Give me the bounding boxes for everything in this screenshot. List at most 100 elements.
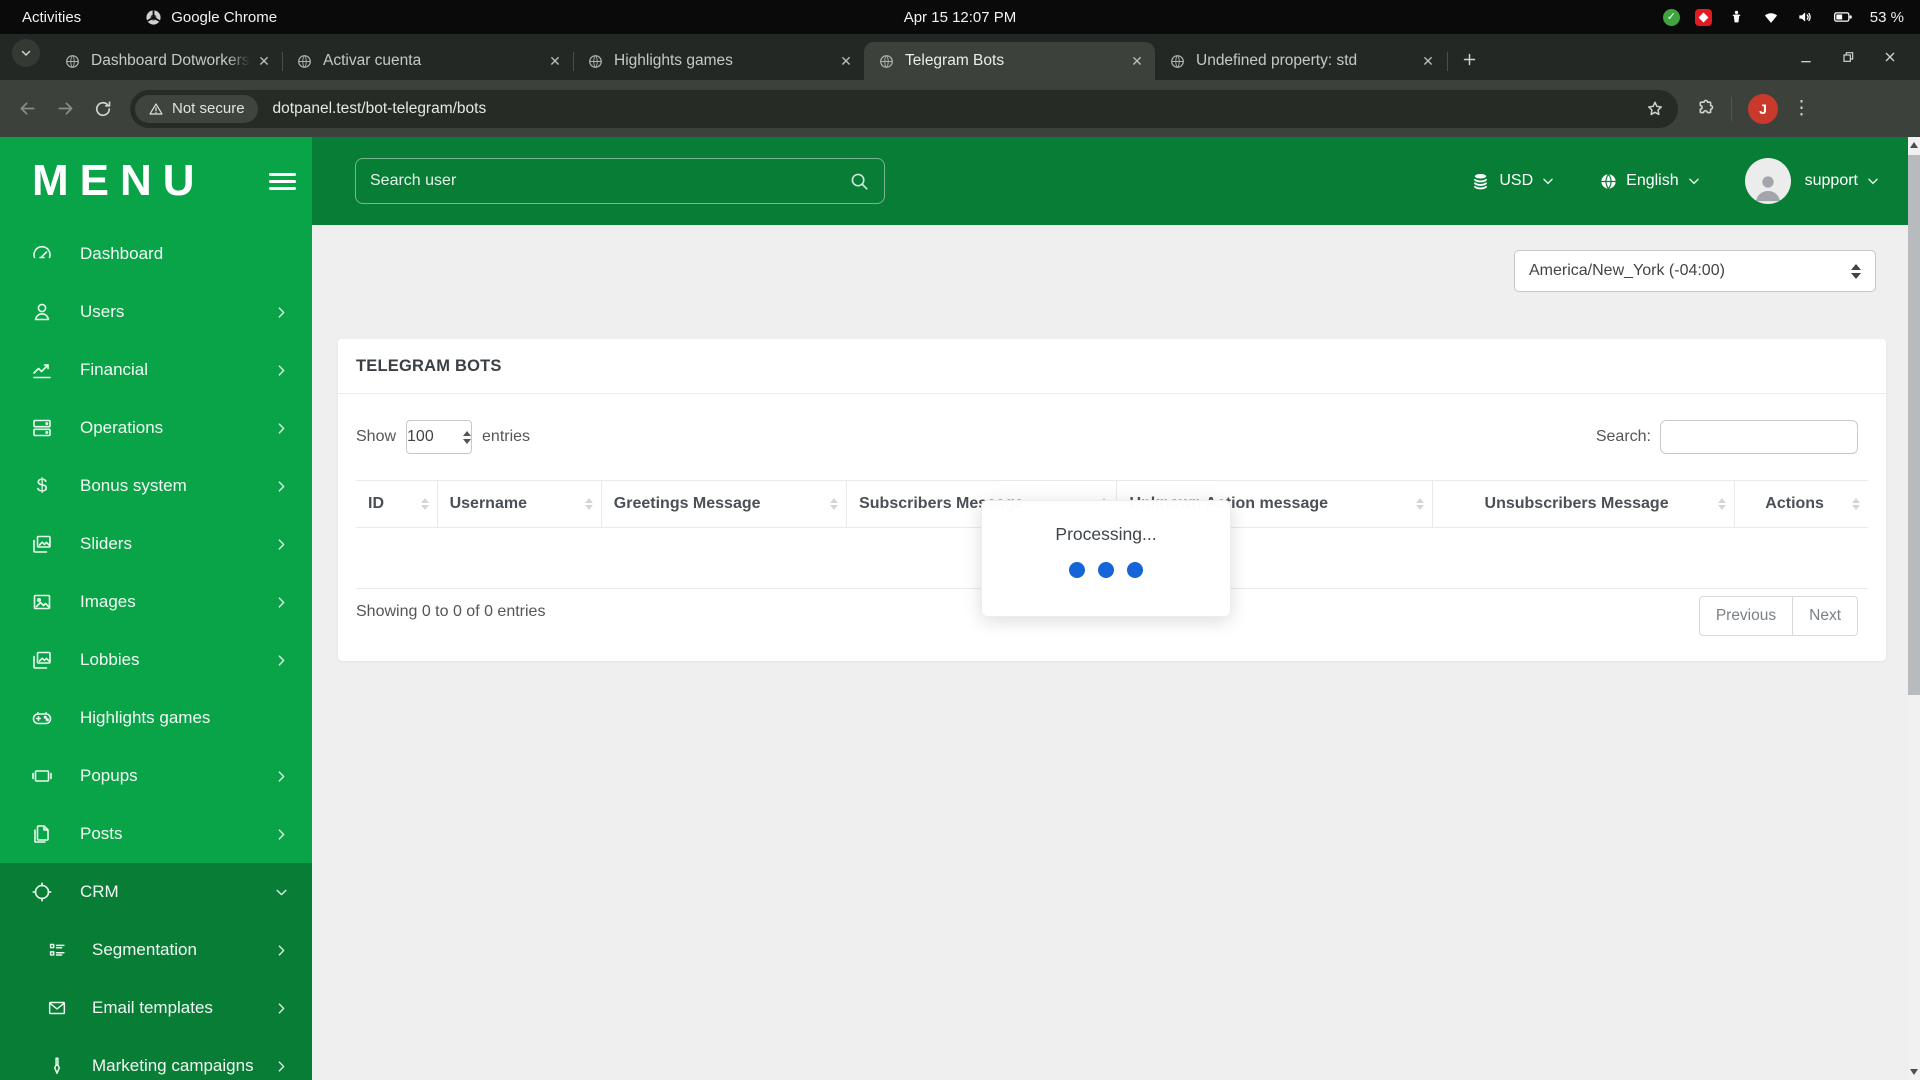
app-logo[interactable]: MENU	[32, 156, 206, 206]
restore-icon[interactable]	[1840, 49, 1856, 65]
sidebar-item-users[interactable]: Users	[0, 283, 312, 341]
user-menu[interactable]: support	[1744, 158, 1880, 204]
browser-menu-button[interactable]: ⋮	[1792, 97, 1811, 120]
page-length-select[interactable]: 100	[406, 420, 473, 454]
volume-icon	[1799, 12, 1811, 22]
system-tray[interactable]: ✓ 53 %	[1662, 7, 1904, 27]
sidebar-item-label: Marketing campaigns	[92, 1056, 254, 1075]
reload-button[interactable]	[93, 99, 113, 119]
chevron-right-icon	[275, 770, 288, 783]
browser-tab-highlights-games[interactable]: Highlights games ✕	[573, 42, 864, 80]
segments-icon	[46, 939, 68, 961]
tab-close-icon[interactable]: ✕	[254, 53, 274, 70]
browser-tab-undefined-property-std[interactable]: Undefined property: std ✕	[1155, 42, 1448, 80]
sidebar-item-lobbies[interactable]: Lobbies	[0, 631, 312, 689]
previous-page-button[interactable]: Previous	[1698, 596, 1794, 636]
search-input[interactable]	[356, 172, 848, 190]
tab-search-button[interactable]	[12, 39, 40, 67]
bookmark-star-icon[interactable]	[1645, 99, 1665, 119]
chevron-right-icon	[275, 538, 288, 551]
clock[interactable]: Apr 15 12:07 PM	[904, 9, 1017, 26]
browser-tab-telegram-bots[interactable]: Telegram Bots ✕	[864, 42, 1155, 80]
close-icon[interactable]	[1882, 49, 1898, 65]
sidebar-item-posts[interactable]: Posts	[0, 805, 312, 863]
sidebar-item-highlights-games[interactable]: Highlights games	[0, 689, 312, 747]
sort-icon[interactable]	[1415, 498, 1424, 510]
minimize-icon[interactable]	[1798, 49, 1814, 65]
chevron-right-icon	[275, 1002, 288, 1015]
column-header-unsubscribers-message[interactable]: Unsubscribers Message	[1431, 480, 1735, 528]
sidebar-item-email-templates[interactable]: Email templates	[0, 979, 312, 1037]
gallery-icon	[30, 648, 54, 672]
new-tab-button[interactable]	[1454, 44, 1484, 74]
sort-icon[interactable]	[584, 498, 593, 510]
url-text[interactable]: dotpanel.test/bot-telegram/bots	[273, 100, 487, 118]
table-info: Showing 0 to 0 of 0 entries	[356, 603, 546, 620]
window-controls	[1798, 34, 1898, 80]
sidebar-item-bonus-system[interactable]: $ Bonus system	[0, 457, 312, 515]
sidebar-item-operations[interactable]: Operations	[0, 399, 312, 457]
sidebar-toggle-icon[interactable]	[269, 173, 296, 190]
column-label: Greetings Message	[613, 495, 761, 512]
column-header-username[interactable]: Username	[436, 480, 602, 528]
browser-tab-activar-cuenta[interactable]: Activar cuenta ✕	[282, 42, 573, 80]
content-area: America/New_York (-04:00) TELEGRAM BOTS …	[312, 225, 1908, 1080]
sort-icon[interactable]	[1852, 498, 1860, 510]
sidebar-item-segmentation[interactable]: Segmentation	[0, 921, 312, 979]
page-scrollbar[interactable]	[1908, 137, 1920, 1080]
browser-profile-avatar[interactable]: J	[1748, 93, 1778, 124]
globe-favicon-icon	[1169, 53, 1186, 70]
forward-button[interactable]	[55, 98, 76, 119]
sidebar-item-marketing-campaigns[interactable]: Marketing campaigns	[0, 1037, 312, 1080]
tab-close-icon[interactable]: ✕	[836, 53, 856, 70]
gamepad-icon	[30, 706, 54, 730]
activities-button[interactable]: Activities	[22, 9, 81, 26]
scroll-down-icon[interactable]	[1910, 1069, 1918, 1075]
scrollbar-thumb[interactable]	[1908, 155, 1920, 695]
sidebar-item-label: Sliders	[80, 534, 132, 553]
column-header-actions[interactable]: Actions	[1734, 480, 1868, 528]
tab-close-icon[interactable]: ✕	[1127, 53, 1147, 70]
globe-favicon-icon	[64, 53, 81, 70]
sort-icon[interactable]	[1718, 498, 1727, 510]
search-icon[interactable]	[848, 170, 870, 192]
sidebar-item-sliders[interactable]: Sliders	[0, 515, 312, 573]
tab-title: Telegram Bots	[905, 52, 1005, 69]
focused-app[interactable]: Google Chrome	[145, 9, 277, 26]
extensions-icon[interactable]	[1694, 98, 1715, 119]
column-header-greetings-message[interactable]: Greetings Message	[600, 480, 847, 528]
pagination: Previous Next	[1698, 596, 1858, 636]
column-label: Unsubscribers Message	[1484, 495, 1669, 512]
security-chip[interactable]: Not secure	[135, 94, 258, 123]
table-search-input[interactable]	[1660, 420, 1858, 454]
language-dropdown[interactable]: English	[1599, 172, 1700, 191]
sort-icon[interactable]	[830, 498, 839, 510]
browser-tab-strip: Dashboard Dotworkers ✕ Activar cuenta ✕ High…	[0, 34, 1920, 80]
chevron-down-icon	[1543, 178, 1553, 185]
sidebar-item-label: Bonus system	[80, 476, 187, 495]
server-icon	[30, 416, 54, 440]
sort-icon[interactable]	[420, 498, 429, 510]
timezone-value: America/New_York (-04:00)	[1529, 262, 1725, 279]
tab-close-icon[interactable]: ✕	[545, 53, 565, 70]
address-bar[interactable]: Not secure dotpanel.test/bot-telegram/bo…	[130, 89, 1678, 128]
notification-alert-icon	[1694, 8, 1712, 26]
scroll-up-icon[interactable]	[1910, 142, 1918, 148]
back-button[interactable]	[17, 98, 38, 119]
user-search-box[interactable]	[355, 158, 885, 204]
select-spinner-icon	[1851, 263, 1861, 279]
timezone-select[interactable]: America/New_York (-04:00)	[1514, 250, 1876, 292]
currency-dropdown[interactable]: USD	[1470, 171, 1555, 192]
sidebar-item-crm[interactable]: CRM	[0, 863, 312, 921]
sidebar-item-images[interactable]: Images	[0, 573, 312, 631]
sidebar-item-label: Users	[80, 302, 125, 321]
tab-close-icon[interactable]: ✕	[1418, 53, 1438, 70]
next-page-button[interactable]: Next	[1793, 596, 1858, 636]
sidebar-item-popups[interactable]: Popups	[0, 747, 312, 805]
browser-tab-dashboard-dotworkers[interactable]: Dashboard Dotworkers ✕	[50, 42, 282, 80]
processing-overlay: Processing...	[981, 500, 1231, 617]
sidebar-item-financial[interactable]: Financial	[0, 341, 312, 399]
accessibility-icon	[1732, 10, 1741, 22]
sidebar-item-dashboard[interactable]: Dashboard	[0, 225, 312, 283]
column-header-id[interactable]: ID	[356, 480, 438, 528]
